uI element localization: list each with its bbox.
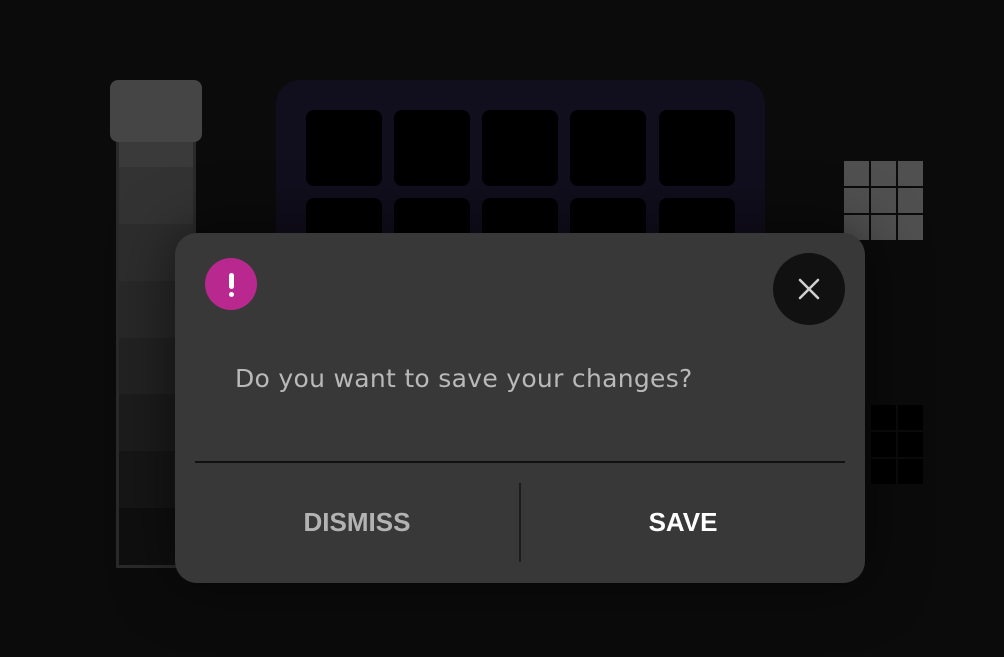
grid-decoration-light bbox=[844, 161, 923, 240]
close-icon bbox=[798, 278, 820, 300]
gradient-swatch-cap bbox=[110, 80, 202, 142]
dismiss-button[interactable]: DISMISS bbox=[207, 483, 507, 562]
alert-exclamation-icon bbox=[205, 258, 257, 310]
grid-decoration-dark bbox=[871, 405, 923, 484]
save-button[interactable]: SAVE bbox=[533, 483, 833, 562]
close-button[interactable] bbox=[773, 253, 845, 325]
save-changes-dialog: Do you want to save your changes? DISMIS… bbox=[175, 233, 865, 583]
button-divider bbox=[519, 483, 521, 562]
dialog-divider bbox=[195, 461, 845, 463]
dialog-message: Do you want to save your changes? bbox=[235, 364, 693, 393]
